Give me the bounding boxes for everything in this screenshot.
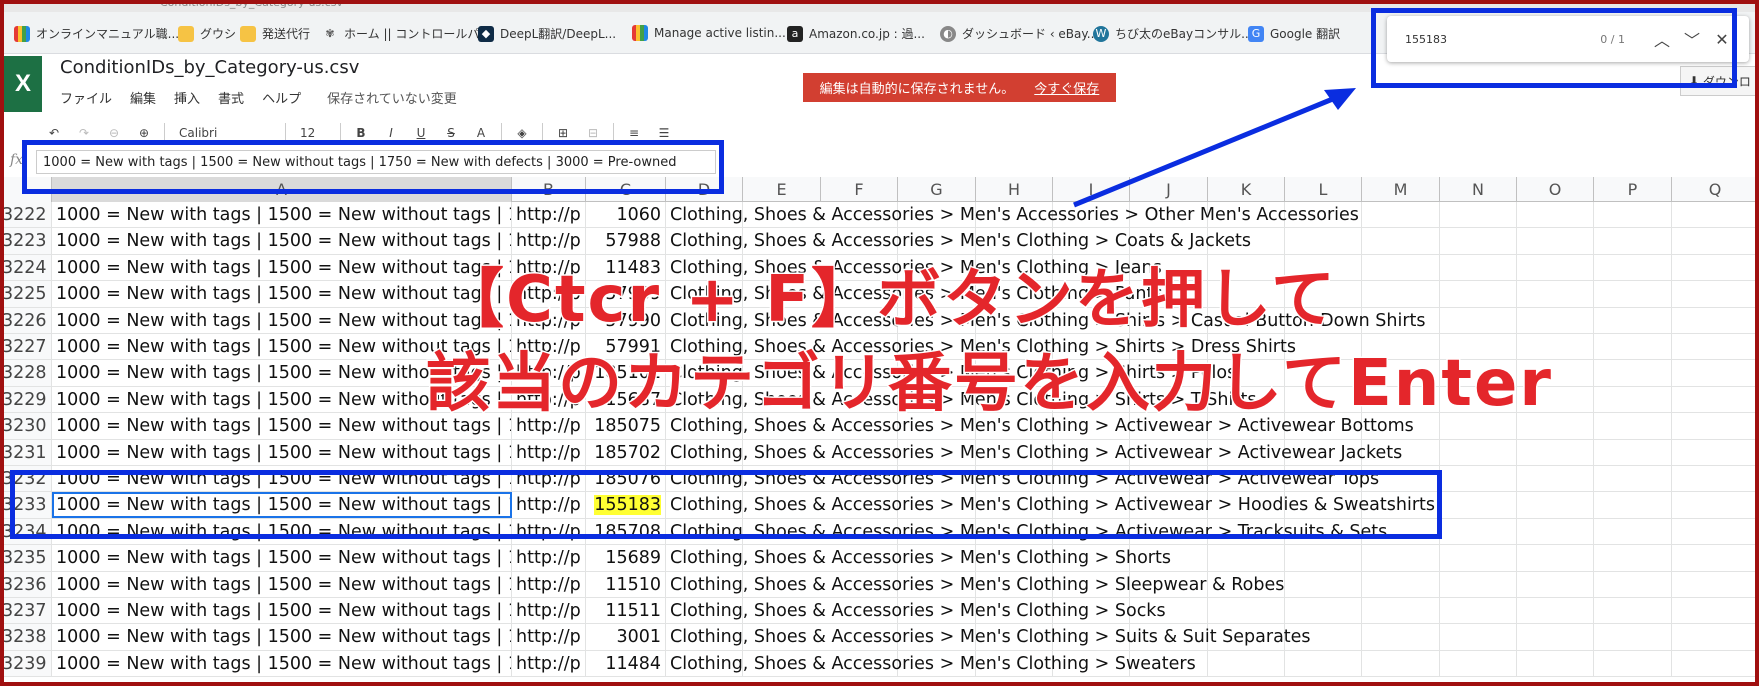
instruction-line-2: 該当のカテゴリ番号を入力してEnter xyxy=(425,346,1553,423)
instruction-line-1: 【Ctcr + F】ボタンを押して xyxy=(438,262,1338,339)
